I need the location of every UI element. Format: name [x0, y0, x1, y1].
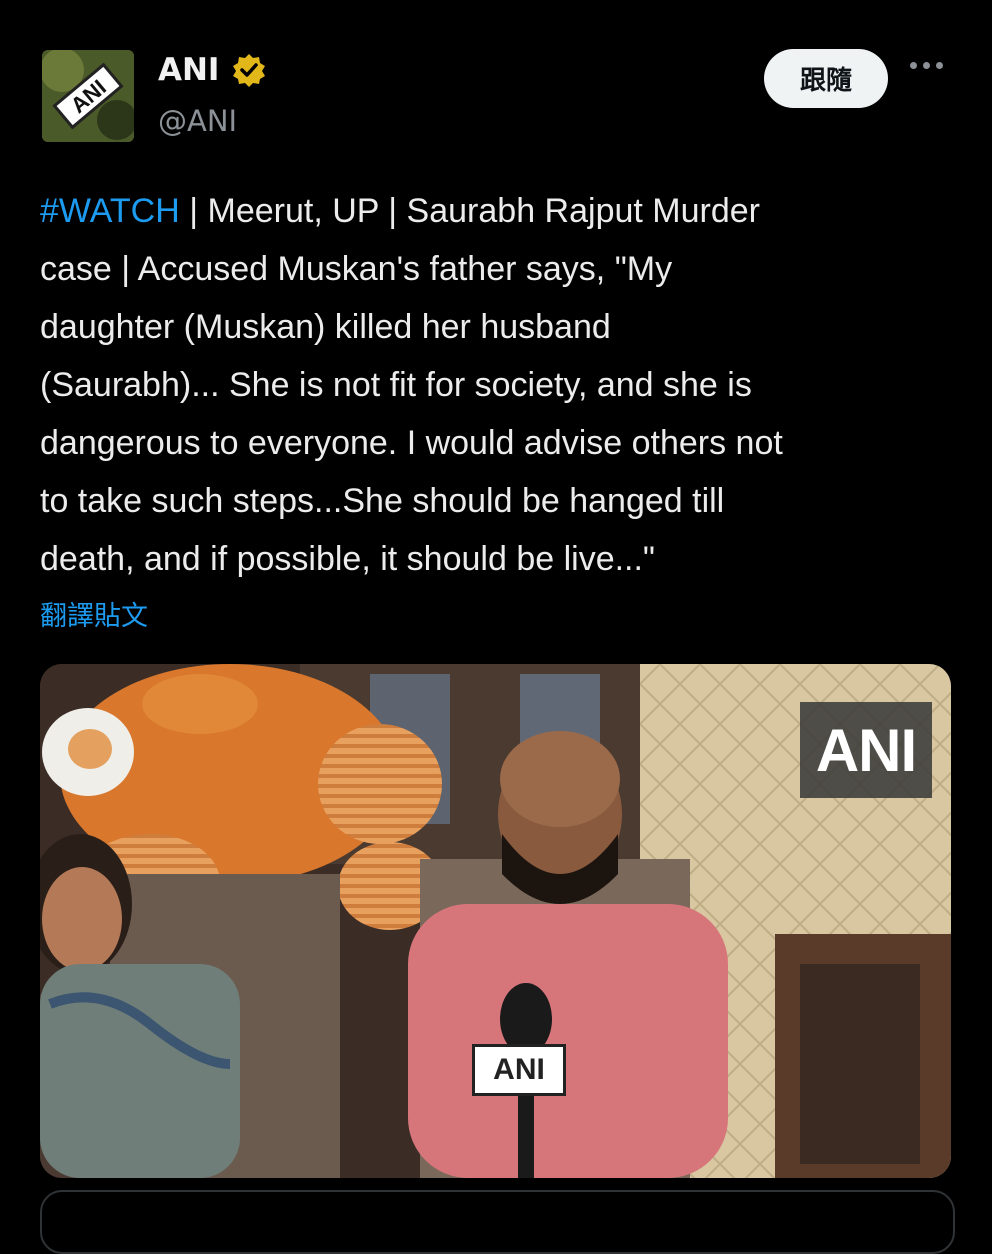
quoted-post-card[interactable] [40, 1190, 955, 1254]
account-name[interactable]: ANI [158, 52, 219, 88]
account-handle[interactable]: @ANI [158, 104, 237, 138]
ani-watermark: ANI [800, 702, 932, 798]
video-player[interactable]: ANI ANI [40, 664, 951, 1178]
follow-button[interactable]: 跟隨 [764, 49, 888, 108]
avatar[interactable]: ANI [42, 50, 134, 142]
account-name-row: ANI [158, 52, 267, 88]
post-body: | Meerut, UP | Saurabh Rajput Murder cas… [40, 192, 783, 578]
ani-logo-icon: ANI [42, 50, 134, 142]
hashtag-link[interactable]: #WATCH [40, 192, 180, 230]
microphone-label: ANI [472, 1044, 566, 1096]
more-dot [936, 62, 943, 69]
post-text: #WATCH | Meerut, UP | Saurabh Rajput Mur… [40, 182, 960, 588]
more-dot [910, 62, 917, 69]
more-options-icon[interactable] [910, 62, 943, 69]
translate-link[interactable]: 翻譯貼文 [40, 594, 148, 633]
more-dot [923, 62, 930, 69]
verified-badge-icon [231, 52, 267, 88]
